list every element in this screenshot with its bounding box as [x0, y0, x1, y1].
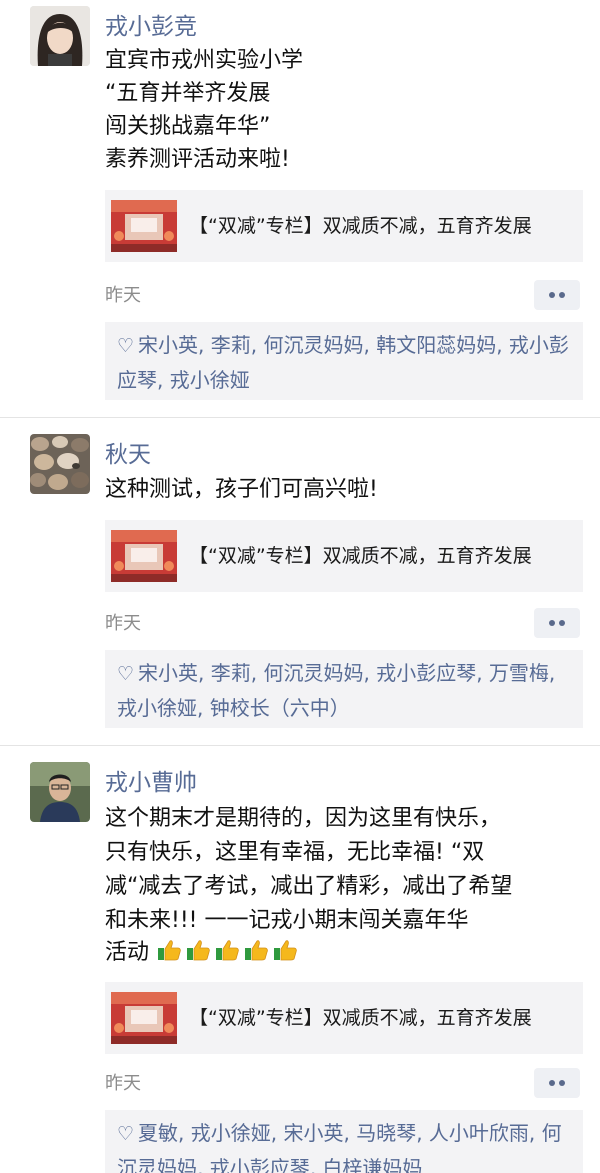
shared-article-card[interactable]: 【“双减”专栏】双减质不减，五育齐发展 [105, 982, 583, 1054]
more-dots-icon[interactable] [534, 1068, 580, 1098]
post-time: 昨天 [105, 1073, 141, 1094]
like-names[interactable]: 宋小英, 李莉, 何沉灵妈妈, 戎小彭应琴, 万雪梅, 戎小徐娅, 钟校长（六中… [117, 661, 555, 720]
article-title: 【“双减”专栏】双减质不减，五育齐发展 [189, 215, 532, 237]
avatar[interactable] [30, 6, 90, 66]
like-names[interactable]: 夏敏, 戎小徐娅, 宋小英, 马晓琴, 人小叶欣雨, 何沉灵妈妈, 戎小彭应琴,… [117, 1121, 562, 1173]
likes-panel: ♡ 夏敏, 戎小徐娅, 宋小英, 马晓琴, 人小叶欣雨, 何沉灵妈妈, 戎小彭应琴… [105, 1110, 583, 1173]
post-text-line: 这个期末才是期待的，因为这里有快乐， [105, 806, 502, 831]
thumbs-up-icon [274, 940, 297, 961]
post-text-line: 宜宾市戎州实验小学 [105, 48, 304, 73]
avatar[interactable] [30, 434, 90, 494]
post-text-line: 这种测试，孩子们可高兴啦! [105, 477, 378, 502]
thumbs-up-icon [245, 940, 268, 961]
divider [0, 745, 600, 746]
thumbs-up-icon [216, 940, 239, 961]
heart-icon: ♡ [117, 663, 135, 685]
article-thumbnail [111, 200, 177, 252]
author-name[interactable]: 戎小曹帅 [105, 768, 197, 798]
divider [0, 417, 600, 418]
like-names[interactable]: 宋小英, 李莉, 何沉灵妈妈, 韩文阳蕊妈妈, 戎小彭应琴, 戎小徐娅 [117, 333, 569, 392]
thumbs-up-icon [187, 940, 210, 961]
article-title: 【“双减”专栏】双减质不减，五育齐发展 [189, 1007, 532, 1029]
likes-panel: ♡ 宋小英, 李莉, 何沉灵妈妈, 韩文阳蕊妈妈, 戎小彭应琴, 戎小徐娅 [105, 322, 583, 400]
author-name[interactable]: 戎小彭竞 [105, 12, 197, 42]
article-title: 【“双减”专栏】双减质不减，五育齐发展 [189, 545, 532, 567]
thumbs-up-icon [158, 940, 181, 961]
more-dots-icon[interactable] [534, 280, 580, 310]
likes-panel: ♡ 宋小英, 李莉, 何沉灵妈妈, 戎小彭应琴, 万雪梅, 戎小徐娅, 钟校长（六… [105, 650, 583, 728]
post-text-line: “五育并举齐发展 [105, 81, 271, 106]
post-text-line: 活动 [105, 940, 150, 965]
post-text-line: 和未来!!! 一一记戎小期末闯关嘉年华 [105, 908, 469, 933]
author-name[interactable]: 秋天 [105, 440, 151, 470]
shared-article-card[interactable]: 【“双减”专栏】双减质不减，五育齐发展 [105, 520, 583, 592]
post-text-line: 只有快乐，这里有幸福，无比幸福! “双 [105, 840, 485, 865]
post-text-line: 闯关挑战嘉年华” [105, 114, 271, 139]
avatar[interactable] [30, 762, 90, 822]
post-time: 昨天 [105, 613, 141, 634]
post-text-line: 素养测评活动来啦! [105, 147, 290, 172]
post-time: 昨天 [105, 285, 141, 306]
heart-icon: ♡ [117, 1123, 135, 1145]
heart-icon: ♡ [117, 335, 135, 357]
thumbs-up-group [149, 940, 301, 965]
article-thumbnail [111, 992, 177, 1044]
post-text-line: 减“减去了考试，减出了精彩，减出了希望 [105, 874, 513, 899]
post-text-last-line: 活动 [105, 937, 301, 968]
shared-article-card[interactable]: 【“双减”专栏】双减质不减，五育齐发展 [105, 190, 583, 262]
article-thumbnail [111, 530, 177, 582]
more-dots-icon[interactable] [534, 608, 580, 638]
